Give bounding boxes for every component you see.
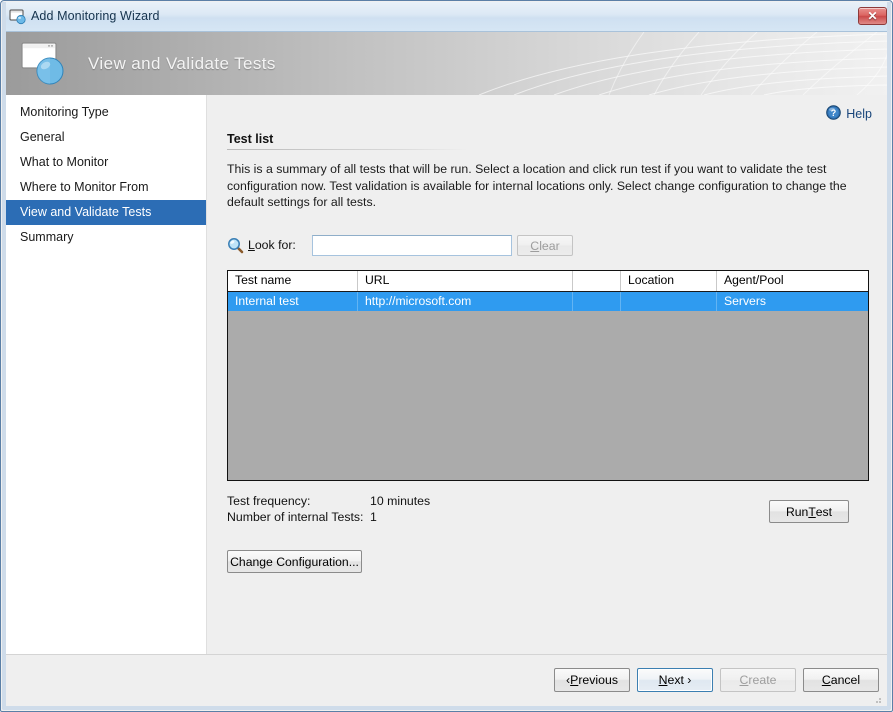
change-config-label-post: e Configuration...: [266, 555, 359, 569]
title-bar: Add Monitoring Wizard ✕: [2, 2, 891, 32]
cancel-button[interactable]: Cancel: [803, 668, 879, 692]
wizard-sidebar: Monitoring Type General What to Monitor …: [6, 95, 207, 654]
help-link[interactable]: ? Help: [826, 105, 872, 123]
column-header-location[interactable]: Location: [621, 271, 717, 291]
sidebar-nav-list: Monitoring Type General What to Monitor …: [6, 95, 206, 250]
stat-test-frequency-value: 10 minutes: [370, 493, 430, 509]
create-label: reate: [748, 673, 776, 687]
window-title: Add Monitoring Wizard: [31, 9, 160, 23]
test-list-grid[interactable]: Test name URL Location Agent/Pool Intern…: [227, 270, 869, 481]
magnifier-icon: [227, 237, 244, 254]
wizard-banner: View and Validate Tests: [6, 32, 889, 95]
table-row[interactable]: Internal test http://microsoft.com Serve…: [228, 292, 868, 311]
section-heading-rule: [227, 149, 467, 150]
previous-button[interactable]: ‹ Previous: [554, 668, 630, 692]
search-input[interactable]: [312, 235, 512, 256]
cell-blank: [573, 292, 621, 311]
previous-accel: P: [570, 673, 578, 687]
column-header-blank[interactable]: [573, 271, 621, 291]
run-test-accel: T: [808, 505, 815, 519]
sidebar-item-monitoring-type[interactable]: Monitoring Type: [6, 100, 206, 125]
change-config-accel: g: [259, 555, 266, 569]
sidebar-item-view-and-validate-tests[interactable]: View and Validate Tests: [6, 200, 206, 225]
cancel-label: ancel: [831, 673, 860, 687]
change-config-label-pre: Chan: [230, 555, 259, 569]
cell-test-name: Internal test: [228, 292, 358, 311]
column-header-agent-pool[interactable]: Agent/Pool: [717, 271, 868, 291]
summary-stats: Test frequency: 10 minutes Number of int…: [227, 493, 430, 525]
cell-agent-pool: Servers: [717, 292, 868, 311]
search-label-rest: ook for:: [255, 238, 296, 252]
page-description: This is a summary of all tests that will…: [227, 161, 861, 211]
next-accel: N: [659, 673, 668, 687]
sidebar-item-where-to-monitor-from[interactable]: Where to Monitor From: [6, 175, 206, 200]
wizard-window-icon: [9, 8, 27, 26]
content-pane: ? Help Test list This is a summary of al…: [207, 95, 889, 654]
search-label: Look for:: [248, 238, 296, 252]
wizard-window: Add Monitoring Wizard ✕: [0, 0, 893, 712]
column-header-test-name[interactable]: Test name: [228, 271, 358, 291]
clear-button[interactable]: Clear: [517, 235, 573, 256]
search-label-accel: L: [248, 238, 255, 252]
grid-header-row: Test name URL Location Agent/Pool: [228, 271, 868, 292]
stat-test-frequency: Test frequency: 10 minutes: [227, 493, 430, 509]
search-row: Look for: Clear: [227, 235, 572, 257]
create-accel: C: [740, 673, 749, 687]
cancel-accel: C: [822, 673, 831, 687]
section-heading-label: Test list: [227, 132, 467, 146]
banner-title: View and Validate Tests: [88, 54, 276, 74]
cell-location: [621, 292, 717, 311]
svg-text:?: ?: [831, 108, 837, 118]
banner-mesh-decoration: [459, 32, 889, 95]
next-label: ext ›: [667, 673, 691, 687]
section-heading: Test list: [227, 132, 467, 150]
sidebar-item-what-to-monitor[interactable]: What to Monitor: [6, 150, 206, 175]
stat-internal-tests-value: 1: [370, 509, 377, 525]
close-icon: ✕: [867, 10, 877, 22]
help-label: Help: [846, 107, 872, 121]
body-area: Monitoring Type General What to Monitor …: [6, 95, 889, 654]
run-test-label-post: est: [816, 505, 832, 519]
run-test-label-pre: Run: [786, 505, 808, 519]
cell-url: http://microsoft.com: [358, 292, 573, 311]
monitor-globe-icon: [20, 40, 72, 88]
clear-button-rest: lear: [539, 239, 560, 253]
run-test-button[interactable]: Run Test: [769, 500, 849, 523]
help-circle-icon: ?: [826, 105, 841, 123]
close-button[interactable]: ✕: [858, 7, 887, 25]
create-button[interactable]: Create: [720, 668, 796, 692]
resize-grip[interactable]: [872, 694, 882, 704]
clear-button-accel: C: [530, 239, 539, 253]
next-button[interactable]: Next ›: [637, 668, 713, 692]
sidebar-item-summary[interactable]: Summary: [6, 225, 206, 250]
previous-label: revious: [578, 673, 618, 687]
stat-test-frequency-label: Test frequency:: [227, 493, 370, 509]
wizard-footer: ‹ Previous Next › Create Cancel: [6, 654, 889, 709]
column-header-url[interactable]: URL: [358, 271, 573, 291]
change-configuration-button[interactable]: Change Configuration...: [227, 550, 362, 573]
stat-internal-tests: Number of internal Tests: 1: [227, 509, 430, 525]
sidebar-item-general[interactable]: General: [6, 125, 206, 150]
stat-internal-tests-label: Number of internal Tests:: [227, 509, 370, 525]
